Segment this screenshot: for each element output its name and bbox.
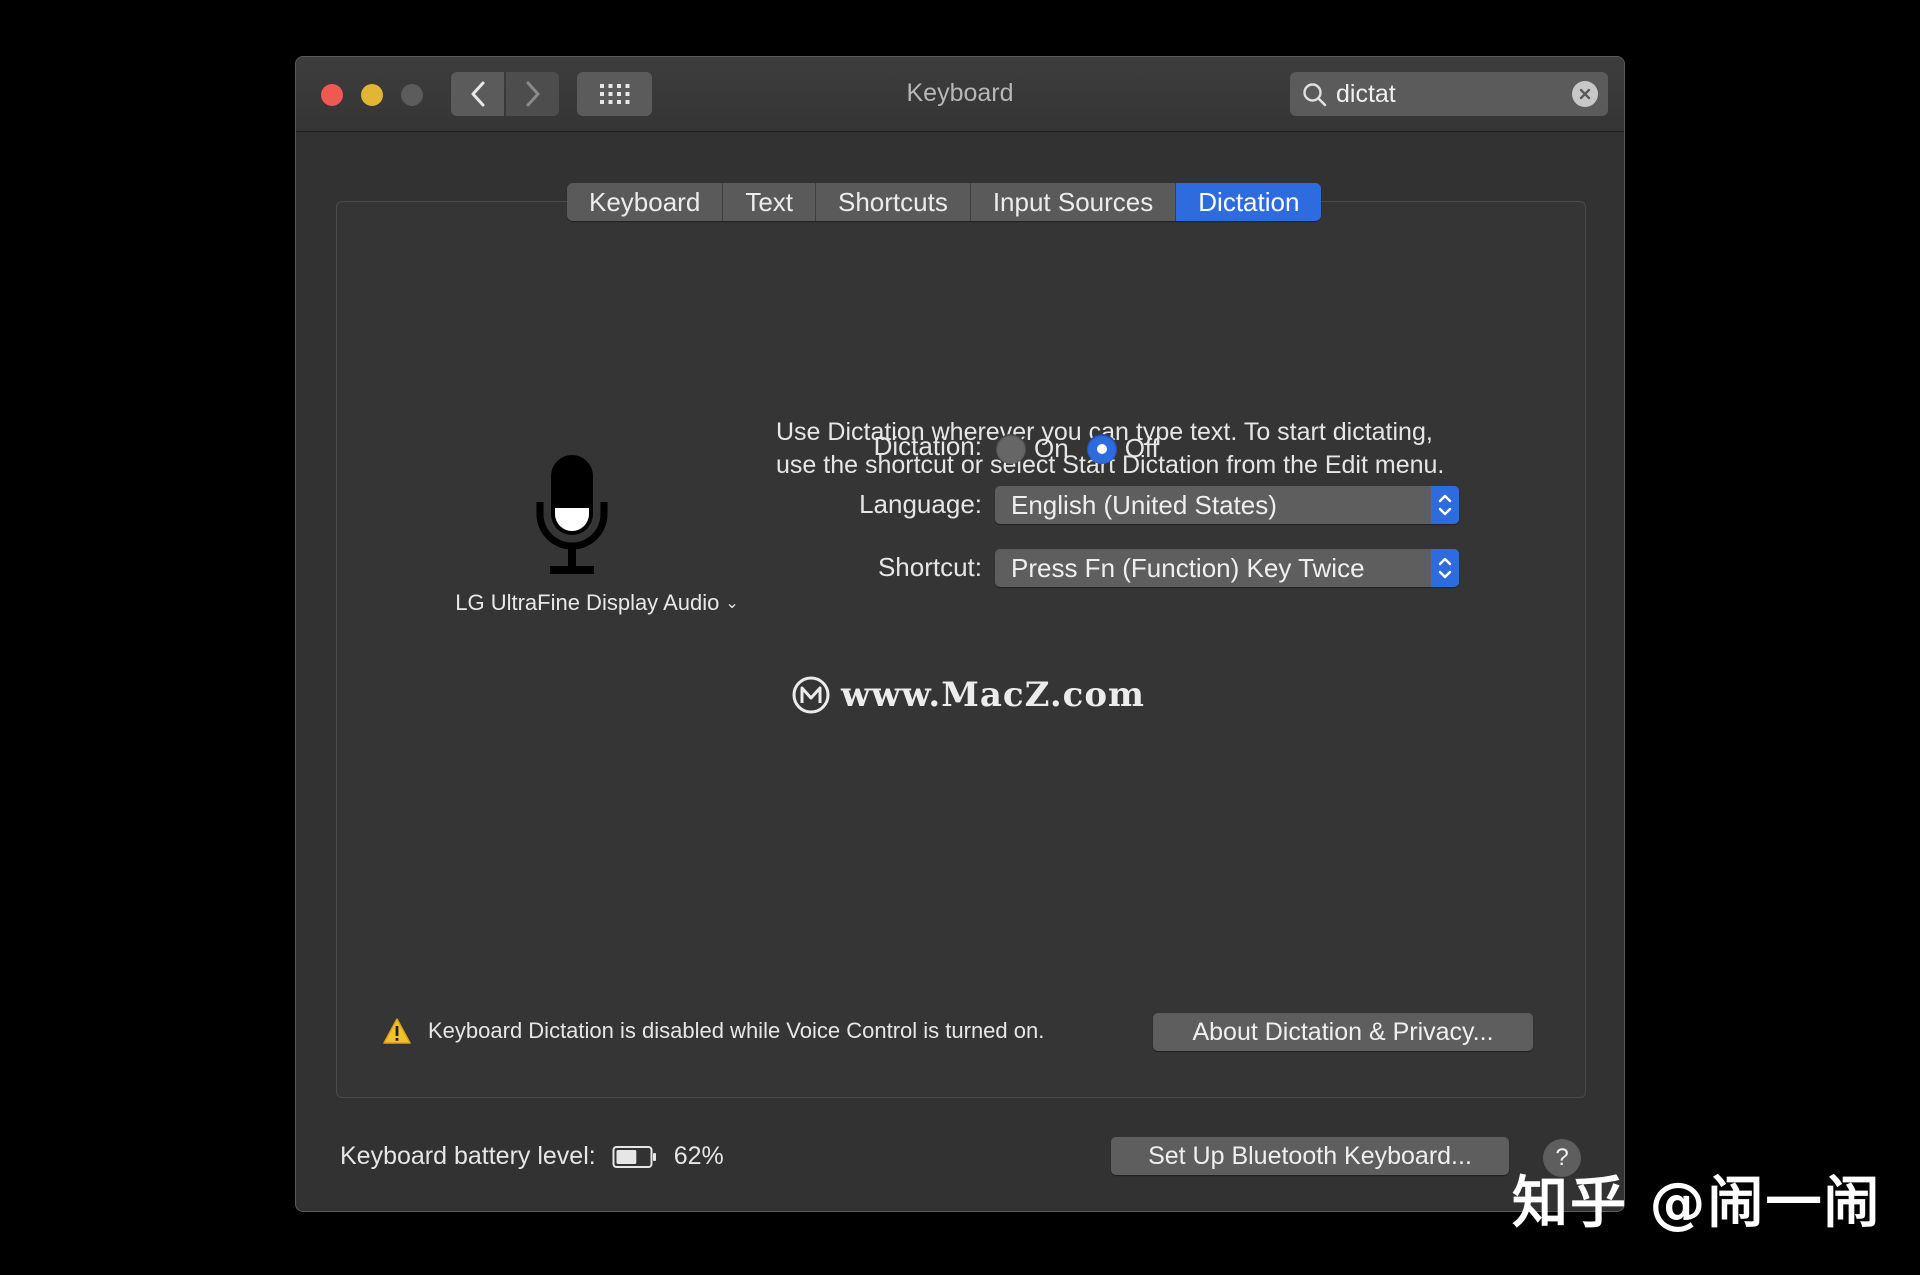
chevron-down-icon: ⌄ [725,595,739,612]
updown-arrows-icon [1431,549,1459,587]
search-input[interactable] [1336,72,1556,116]
zhihu-watermark: 知乎 @闹一闹 [1512,1171,1882,1236]
tab-keyboard[interactable]: Keyboard [567,183,724,221]
dictation-label: Dictation: [873,431,982,461]
clear-search-icon[interactable] [1572,81,1598,107]
tab-text[interactable]: Text [723,183,816,221]
language-popup[interactable]: English (United States) [995,486,1459,524]
macz-watermark: www.MacZ.com [791,675,1145,715]
battery-value: 62% [673,1142,724,1170]
macz-logo-icon [792,676,830,714]
tab-input-sources[interactable]: Input Sources [971,183,1177,221]
language-value: English (United States) [1011,490,1277,520]
search-field[interactable] [1290,72,1608,116]
dictation-on-radio[interactable]: On [996,433,1069,464]
dictation-off-label: Off [1124,433,1159,463]
tab-shortcuts[interactable]: Shortcuts [816,183,971,221]
dictation-pane: LG UltraFine Display Audio ⌄ Use Dictatio… [336,201,1586,1098]
warning-text: Keyboard Dictation is disabled while Voi… [428,1018,1045,1043]
shortcut-popup[interactable]: Press Fn (Function) Key Twice [995,549,1459,587]
dictation-radio-group: On Off [996,433,1177,464]
battery-status: Keyboard battery level: 62% [340,1142,724,1171]
setup-bluetooth-keyboard-button[interactable]: Set Up Bluetooth Keyboard... [1111,1137,1509,1175]
battery-icon [612,1145,656,1168]
preferences-window: Keyboard LG UltraFine Display Audio⌄ Use… [295,56,1625,1212]
dictation-off-radio[interactable]: Off [1086,433,1159,464]
microphone-source-label: LG UltraFine Display Audio [455,590,720,615]
microphone-icon [536,455,608,574]
radio-indicator-on [996,433,1026,464]
title-bar: Keyboard [296,57,1624,132]
warning-icon [383,1018,411,1044]
language-label: Language: [859,489,982,519]
shortcut-value: Press Fn (Function) Key Twice [1011,553,1365,583]
macz-watermark-text: www.MacZ.com [841,675,1146,715]
search-icon [1303,83,1327,107]
battery-label: Keyboard battery level: [340,1142,596,1170]
dictation-on-label: On [1034,433,1069,463]
voice-control-warning: Keyboard Dictation is disabled while Voi… [382,1017,1044,1045]
radio-indicator-off [1086,433,1117,464]
updown-arrows-icon [1431,486,1459,524]
tab-bar: Keyboard Text Shortcuts Input Sources Di… [567,183,1322,221]
shortcut-label: Shortcut: [877,552,982,582]
about-dictation-privacy-button[interactable]: About Dictation & Privacy... [1153,1013,1533,1051]
tab-dictation[interactable]: Dictation [1176,183,1322,221]
microphone-source-menu[interactable]: LG UltraFine Display Audio ⌄ [437,590,757,616]
